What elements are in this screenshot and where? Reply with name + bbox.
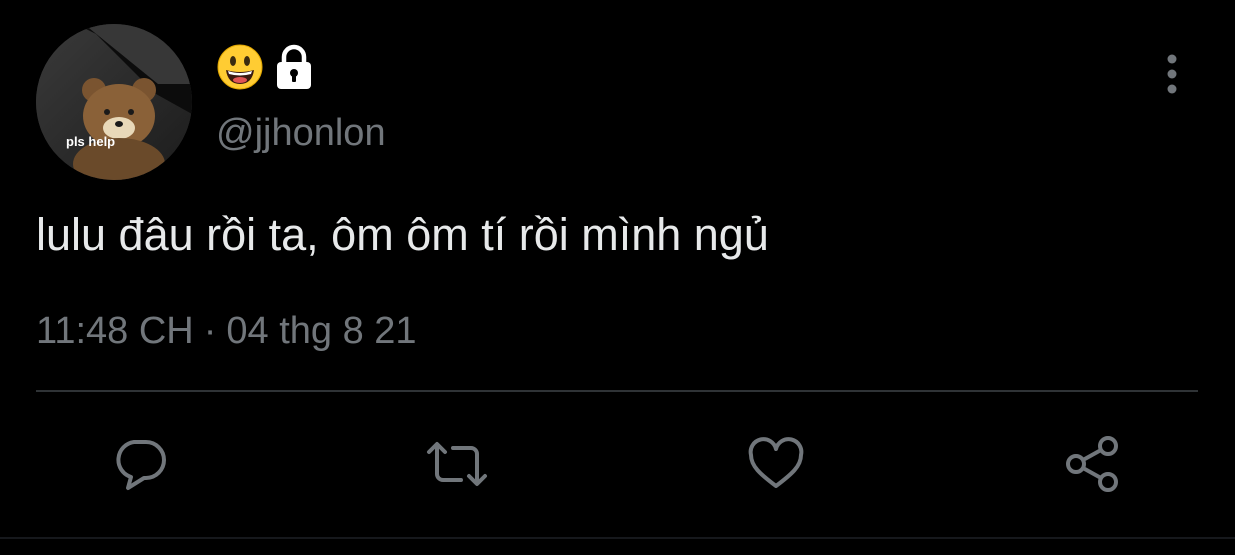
like-button[interactable] (744, 432, 808, 496)
tweet-text: lulu đâu rồi ta, ôm ôm tí rồi mình ngủ (36, 209, 769, 260)
reply-button[interactable] (108, 432, 172, 496)
divider (36, 390, 1198, 392)
avatar-image (36, 24, 192, 180)
retweet-icon (423, 436, 491, 492)
grinning-face-emoji-icon (216, 43, 264, 91)
retweet-button[interactable] (425, 432, 489, 496)
bottom-divider (0, 537, 1235, 539)
share-button[interactable] (1062, 432, 1126, 496)
heart-icon (746, 436, 806, 492)
avatar[interactable]: pls help (36, 24, 192, 180)
tweet-date: 04 thg 8 21 (226, 310, 417, 352)
more-vertical-icon (1166, 54, 1178, 99)
reply-icon (110, 436, 170, 492)
tweet-timestamp[interactable]: 11:48 CH · 04 thg 8 21 (36, 310, 417, 353)
share-icon (1062, 434, 1126, 494)
timestamp-separator: · (203, 310, 217, 352)
more-options-button[interactable] (1156, 54, 1188, 98)
user-handle[interactable]: @jjhonlon (216, 112, 386, 155)
display-name[interactable] (216, 43, 316, 91)
avatar-caption: pls help (66, 134, 116, 149)
tweet-time: 11:48 CH (36, 310, 194, 352)
lock-icon (272, 43, 316, 91)
